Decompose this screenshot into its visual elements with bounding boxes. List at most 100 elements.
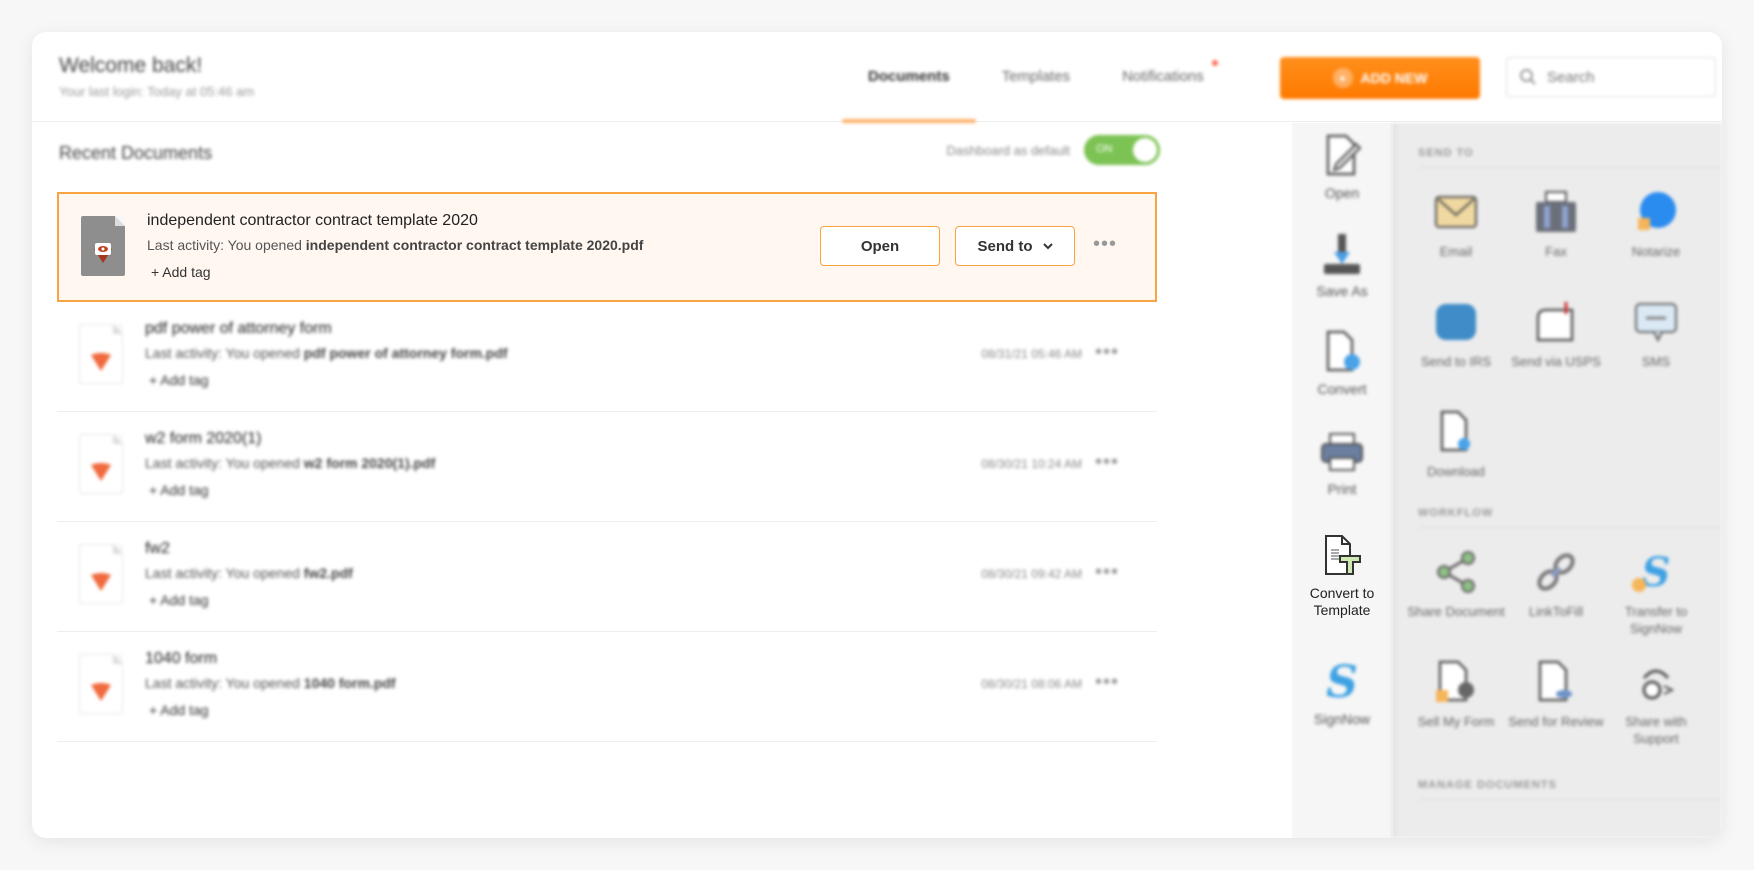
document-list: independent contractor contract template… bbox=[57, 192, 1157, 742]
pdffiller-logo-icon bbox=[91, 573, 111, 591]
item-label: Sell My Form bbox=[1417, 714, 1495, 729]
add-tag-link[interactable]: + Add tag bbox=[151, 264, 211, 280]
item-label: Send via USPS bbox=[1511, 354, 1601, 369]
tab-documents[interactable]: Documents bbox=[842, 32, 976, 123]
add-tag-link[interactable]: + Add tag bbox=[149, 482, 209, 498]
tool-open[interactable]: Open bbox=[1292, 133, 1392, 202]
more-options-icon[interactable]: ••• bbox=[1093, 234, 1117, 254]
tool-label: Print bbox=[1327, 481, 1357, 497]
send-fax[interactable]: Fax bbox=[1506, 189, 1606, 260]
send-sms[interactable]: SMS bbox=[1606, 299, 1706, 370]
toggle-label: Dashboard as default bbox=[946, 142, 1070, 158]
add-tag-link[interactable]: + Add tag bbox=[149, 702, 209, 718]
add-tag-link[interactable]: + Add tag bbox=[149, 592, 209, 608]
send-email[interactable]: Email bbox=[1406, 189, 1506, 260]
toggle-state: ON bbox=[1096, 143, 1113, 155]
workflow-share-document[interactable]: Share Document bbox=[1406, 549, 1506, 620]
send-to-button[interactable]: Send to bbox=[955, 226, 1075, 266]
tool-label: Save As bbox=[1316, 283, 1368, 299]
document-row[interactable]: 1040 form Last activity: You opened 1040… bbox=[57, 632, 1157, 742]
tool-convert[interactable]: Convert bbox=[1292, 329, 1392, 398]
add-new-label: ADD NEW bbox=[1360, 70, 1428, 86]
open-button[interactable]: Open bbox=[820, 226, 940, 266]
section-title-workflow: WORKFLOW bbox=[1418, 507, 1494, 519]
tab-templates[interactable]: Templates bbox=[976, 32, 1096, 122]
notification-dot bbox=[1211, 60, 1218, 66]
item-label: Fax bbox=[1545, 244, 1567, 259]
workflow-transfer-signnow[interactable]: S Transfer to SignNow bbox=[1606, 549, 1706, 637]
welcome-block: Welcome back! Your last login: Today at … bbox=[59, 54, 254, 99]
main-content: Recent Documents Dashboard as default ON… bbox=[32, 123, 1160, 838]
item-label: Share with Support bbox=[1625, 714, 1687, 746]
section-title-send-to: SEND TO bbox=[1418, 147, 1474, 159]
tool-signnow[interactable]: S SignNow bbox=[1292, 656, 1392, 728]
welcome-title: Welcome back! bbox=[59, 54, 203, 77]
document-name[interactable]: 1040 form bbox=[145, 650, 217, 668]
mailbox-icon bbox=[1533, 299, 1579, 345]
send-download[interactable]: Download bbox=[1406, 409, 1506, 480]
workflow-send-for-review[interactable]: Send for Review bbox=[1506, 659, 1606, 730]
item-label: Send to IRS bbox=[1420, 354, 1492, 369]
document-name[interactable]: independent contractor contract template… bbox=[147, 212, 478, 230]
pdffiller-logo-icon bbox=[91, 463, 111, 481]
tool-label: Open bbox=[1324, 185, 1360, 201]
more-options-icon[interactable]: ••• bbox=[1095, 672, 1119, 692]
more-options-icon[interactable]: ••• bbox=[1095, 562, 1119, 582]
document-thumbnail bbox=[81, 216, 125, 276]
item-label: Notarize bbox=[1631, 244, 1681, 259]
divider bbox=[1418, 799, 1722, 800]
document-row[interactable]: fw2 Last activity: You opened fw2.pdf + … bbox=[57, 522, 1157, 632]
document-name[interactable]: fw2 bbox=[145, 540, 170, 558]
document-activity: Last activity: You opened w2 form 2020(1… bbox=[145, 455, 435, 471]
pdffiller-logo-icon bbox=[91, 353, 111, 371]
workflow-share-with-support[interactable]: Share with Support bbox=[1606, 659, 1706, 747]
signnow-icon: S bbox=[1326, 656, 1358, 708]
add-new-button[interactable]: + ADD NEW bbox=[1280, 57, 1480, 99]
tool-label: Convert bbox=[1317, 381, 1367, 397]
search-input[interactable] bbox=[1547, 68, 1697, 86]
document-row[interactable]: w2 form 2020(1) Last activity: You opene… bbox=[57, 412, 1157, 522]
document-row-selected[interactable]: independent contractor contract template… bbox=[57, 192, 1157, 302]
item-label: Share Document bbox=[1407, 604, 1505, 619]
send-notarize[interactable]: Notarize bbox=[1606, 189, 1706, 260]
more-options-icon[interactable]: ••• bbox=[1095, 452, 1119, 472]
toggle-switch[interactable]: ON bbox=[1084, 135, 1160, 165]
review-icon bbox=[1533, 659, 1579, 705]
document-date: 08/30/21 10:24 AM bbox=[981, 457, 1082, 471]
item-label: Send for Review bbox=[1508, 714, 1604, 729]
app-window: Welcome back! Your last login: Today at … bbox=[32, 32, 1722, 838]
tab-notifications[interactable]: Notifications bbox=[1096, 32, 1230, 122]
document-name[interactable]: pdf power of attorney form bbox=[145, 320, 332, 338]
search-icon bbox=[1520, 69, 1536, 85]
tool-save-as[interactable]: Save As bbox=[1292, 231, 1392, 300]
send-to-panel: SEND TO Email Fax Notarize Send to IRS S… bbox=[1392, 123, 1722, 838]
pdffiller-logo-icon bbox=[91, 683, 111, 701]
pdffiller-logo-icon bbox=[94, 243, 112, 263]
document-activity: Last activity: You opened pdf power of a… bbox=[145, 345, 508, 361]
document-thumbnail bbox=[79, 654, 123, 714]
top-tabs: Documents Templates Notifications bbox=[842, 32, 1230, 123]
more-options-icon[interactable]: ••• bbox=[1095, 342, 1119, 362]
add-tag-link[interactable]: + Add tag bbox=[149, 372, 209, 388]
template-icon bbox=[1319, 533, 1365, 579]
tool-convert-to-template[interactable]: Convert to Template bbox=[1292, 533, 1392, 619]
tool-print[interactable]: Print bbox=[1292, 429, 1392, 498]
workflow-linktofill[interactable]: LinkToFill bbox=[1506, 549, 1606, 620]
link-icon bbox=[1533, 549, 1579, 595]
chevron-down-icon bbox=[1042, 243, 1053, 250]
notarize-icon bbox=[1633, 189, 1679, 235]
section-title-manage-documents: MANAGE DOCUMENTS bbox=[1418, 779, 1557, 791]
sms-icon bbox=[1633, 299, 1679, 345]
search-box[interactable] bbox=[1506, 57, 1716, 97]
document-name[interactable]: w2 form 2020(1) bbox=[145, 430, 262, 448]
last-login: Your last login: Today at 05:46 am bbox=[59, 84, 255, 99]
send-usps[interactable]: Send via USPS bbox=[1506, 299, 1606, 370]
activity-file: fw2.pdf bbox=[303, 565, 353, 581]
document-date: 08/31/21 05:46 AM bbox=[981, 347, 1082, 361]
send-irs[interactable]: Send to IRS bbox=[1406, 299, 1506, 370]
plus-icon: + bbox=[1332, 68, 1353, 88]
divider bbox=[1418, 527, 1722, 528]
workflow-sell-my-form[interactable]: Sell My Form bbox=[1406, 659, 1506, 730]
document-row[interactable]: pdf power of attorney form Last activity… bbox=[57, 302, 1157, 412]
activity-file: pdf power of attorney form.pdf bbox=[303, 345, 508, 361]
